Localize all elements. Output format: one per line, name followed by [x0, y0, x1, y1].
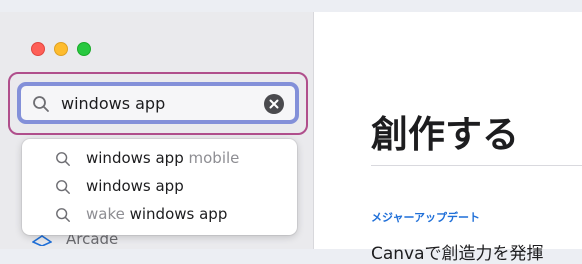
suggestion-item[interactable]: windows app — [22, 173, 297, 201]
app-window: Arcade windows app mobile windows app — [0, 12, 582, 264]
search-suggestions: windows app mobile windows app wake wind… — [22, 139, 297, 235]
search-field[interactable] — [17, 82, 299, 124]
close-window-button[interactable] — [31, 42, 45, 56]
suggestion-text: wake windows app — [86, 205, 228, 223]
search-icon — [56, 208, 70, 222]
search-icon — [56, 180, 70, 194]
minimize-window-button[interactable] — [54, 42, 68, 56]
card-title[interactable]: Canvaで創造力を発揮 — [371, 239, 544, 264]
search-input[interactable] — [61, 90, 261, 116]
search-icon — [33, 96, 49, 112]
suggestion-text: windows app mobile — [86, 149, 240, 167]
page-title: 創作する — [371, 113, 519, 156]
search-icon — [56, 152, 70, 166]
suggestion-text: windows app — [86, 177, 184, 195]
clear-search-button[interactable] — [264, 94, 284, 114]
section-kicker: メジャーアップデート — [371, 211, 481, 224]
sidebar: Arcade windows app mobile windows app — [0, 12, 314, 249]
divider — [371, 165, 582, 166]
traffic-lights — [31, 42, 91, 56]
suggestion-item[interactable]: wake windows app — [22, 201, 297, 229]
zoom-window-button[interactable] — [77, 42, 91, 56]
close-icon — [269, 99, 279, 109]
suggestion-item[interactable]: windows app mobile — [22, 145, 297, 173]
